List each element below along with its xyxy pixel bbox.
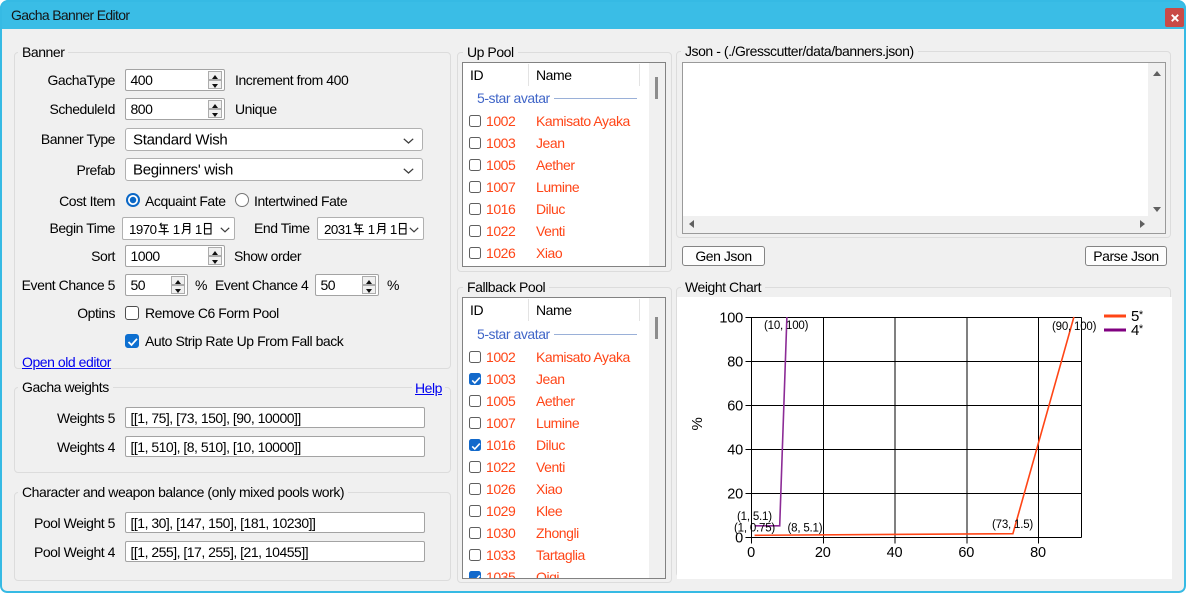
svg-text:4*: 4* <box>1131 322 1144 339</box>
svg-text:%: % <box>689 417 706 430</box>
svg-text:60: 60 <box>727 398 743 414</box>
svg-text:20: 20 <box>815 545 831 561</box>
svg-text:80: 80 <box>1030 545 1046 561</box>
svg-text:40: 40 <box>887 545 903 561</box>
svg-text:(90, 100): (90, 100) <box>1052 321 1097 333</box>
svg-text:(8, 5.1): (8, 5.1) <box>788 523 823 535</box>
svg-text:(10, 100): (10, 100) <box>764 320 809 332</box>
svg-text:(73, 1.5): (73, 1.5) <box>992 519 1033 531</box>
svg-text:(1, 5.1): (1, 5.1) <box>737 511 772 523</box>
svg-text:(1, 0.75): (1, 0.75) <box>734 523 775 535</box>
svg-text:60: 60 <box>958 545 974 561</box>
svg-text:100: 100 <box>719 310 743 326</box>
svg-text:0: 0 <box>747 545 755 561</box>
svg-text:20: 20 <box>727 486 743 502</box>
svg-text:80: 80 <box>727 354 743 370</box>
svg-text:40: 40 <box>727 442 743 458</box>
